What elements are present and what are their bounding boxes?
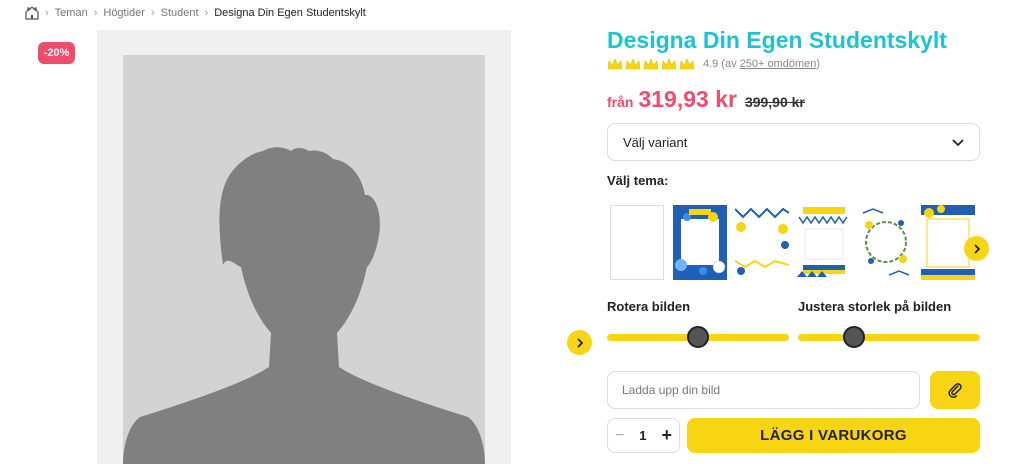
- breadcrumb-separator: ›: [150, 7, 155, 19]
- rating-score: 4.9: [703, 58, 719, 70]
- crown-star-icon: [643, 58, 659, 70]
- breadcrumb-item-teman[interactable]: Teman: [55, 7, 88, 19]
- theme-label: Välj tema:: [607, 173, 669, 188]
- theme-thumbnail-blank[interactable]: [610, 205, 664, 280]
- paperclip-icon: [948, 383, 962, 398]
- rotate-slider-handle[interactable]: [687, 326, 709, 348]
- quantity-stepper: − 1 +: [607, 418, 680, 453]
- rotate-slider[interactable]: [607, 326, 789, 348]
- side-next-button[interactable]: [567, 330, 592, 355]
- quantity-value[interactable]: 1: [639, 428, 646, 443]
- chevron-right-icon: [576, 337, 583, 348]
- variant-select[interactable]: Välj variant: [607, 123, 980, 161]
- add-to-cart-button[interactable]: LÄGG I VARUKORG: [687, 418, 980, 453]
- resize-slider[interactable]: [798, 326, 980, 348]
- discount-badge: -20%: [38, 42, 75, 64]
- photo-placeholder: [123, 55, 485, 464]
- resize-slider-handle[interactable]: [843, 326, 866, 348]
- breadcrumb-item-student[interactable]: Student: [161, 7, 199, 19]
- product-price: från 319,93 kr 399,90 kr: [607, 86, 805, 113]
- price-from-label: från: [607, 94, 634, 110]
- breadcrumb-item-hogtider[interactable]: Högtider: [103, 7, 145, 19]
- breadcrumb-separator: ›: [204, 7, 209, 19]
- price-original: 399,90 kr: [744, 94, 805, 110]
- crown-star-icon: [661, 58, 677, 70]
- breadcrumb-item-current: Designa Din Egen Studentskylt: [214, 7, 366, 19]
- variant-select-label: Välj variant: [623, 134, 688, 150]
- product-title: Designa Din Egen Studentskylt: [607, 27, 947, 53]
- chevron-down-icon: [952, 139, 964, 147]
- upload-image-field[interactable]: Ladda upp din bild: [607, 371, 920, 409]
- product-preview: [97, 30, 511, 464]
- home-icon[interactable]: [25, 6, 39, 20]
- theme-carousel-next-button[interactable]: [964, 236, 989, 261]
- reviews-prefix: (av: [721, 58, 737, 70]
- theme-thumbnail-floral-wreath[interactable]: [859, 205, 913, 280]
- theme-thumbnail-blue-balloons[interactable]: [673, 205, 727, 280]
- theme-carousel: [610, 205, 980, 280]
- person-silhouette-icon: [123, 147, 485, 464]
- theme-thumbnail-balloons-bunting[interactable]: [735, 205, 789, 280]
- reviews-link[interactable]: 250+ omdömen: [740, 58, 817, 70]
- resize-slider-label: Justera storlek på bilden: [798, 299, 952, 314]
- rotate-slider-label: Rotera bilden: [607, 299, 691, 314]
- crown-star-icon: [607, 58, 623, 70]
- crown-star-icon: [625, 58, 641, 70]
- upload-placeholder: Ladda upp din bild: [622, 383, 721, 397]
- attach-image-button[interactable]: [930, 371, 980, 409]
- product-rating: 4.9 (av 250+ omdömen): [607, 58, 820, 70]
- chevron-right-icon: [973, 243, 980, 254]
- price-current: 319,93 kr: [638, 86, 737, 112]
- breadcrumb: › Teman › Högtider › Student › Designa D…: [25, 6, 366, 20]
- breadcrumb-separator: ›: [45, 7, 49, 19]
- breadcrumb-separator: ›: [93, 7, 98, 19]
- rating-stars: [607, 58, 695, 70]
- theme-thumbnail-bunting-frame[interactable]: [797, 205, 851, 280]
- crown-star-icon: [679, 58, 695, 70]
- quantity-decrease-button[interactable]: −: [615, 427, 624, 445]
- quantity-increase-button[interactable]: +: [661, 425, 672, 446]
- reviews-suffix: ): [816, 58, 821, 70]
